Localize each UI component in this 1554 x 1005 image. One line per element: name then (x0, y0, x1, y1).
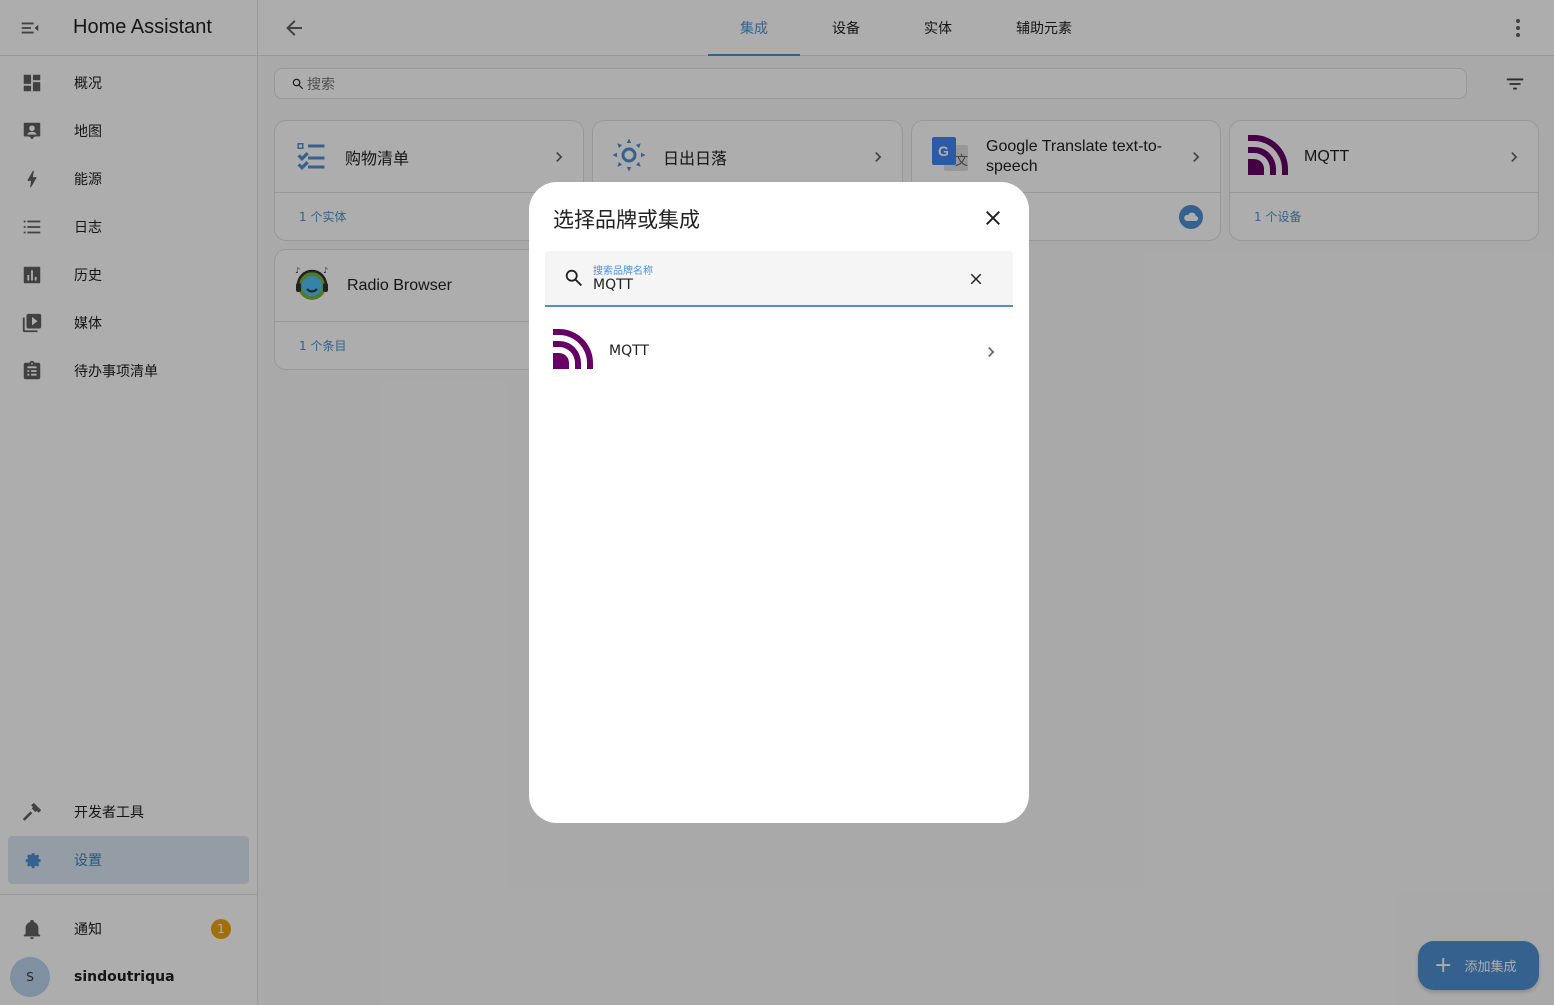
list-item[interactable]: MQTT (545, 326, 1013, 376)
search-field-value: MQTT (593, 277, 633, 293)
brand-search-field[interactable]: 搜索品牌名称 MQTT (545, 251, 1013, 307)
clear-icon[interactable] (967, 270, 985, 292)
search-field-label: 搜索品牌名称 (593, 266, 653, 277)
chevron-right-icon (981, 342, 1001, 366)
search-icon (563, 267, 585, 293)
result-name: MQTT (609, 343, 649, 359)
close-icon[interactable] (981, 206, 1005, 234)
choose-brand-dialog: 选择品牌或集成 搜索品牌名称 MQTT MQTT (529, 182, 1029, 823)
dialog-title: 选择品牌或集成 (553, 208, 700, 232)
mqtt-icon (553, 329, 593, 373)
